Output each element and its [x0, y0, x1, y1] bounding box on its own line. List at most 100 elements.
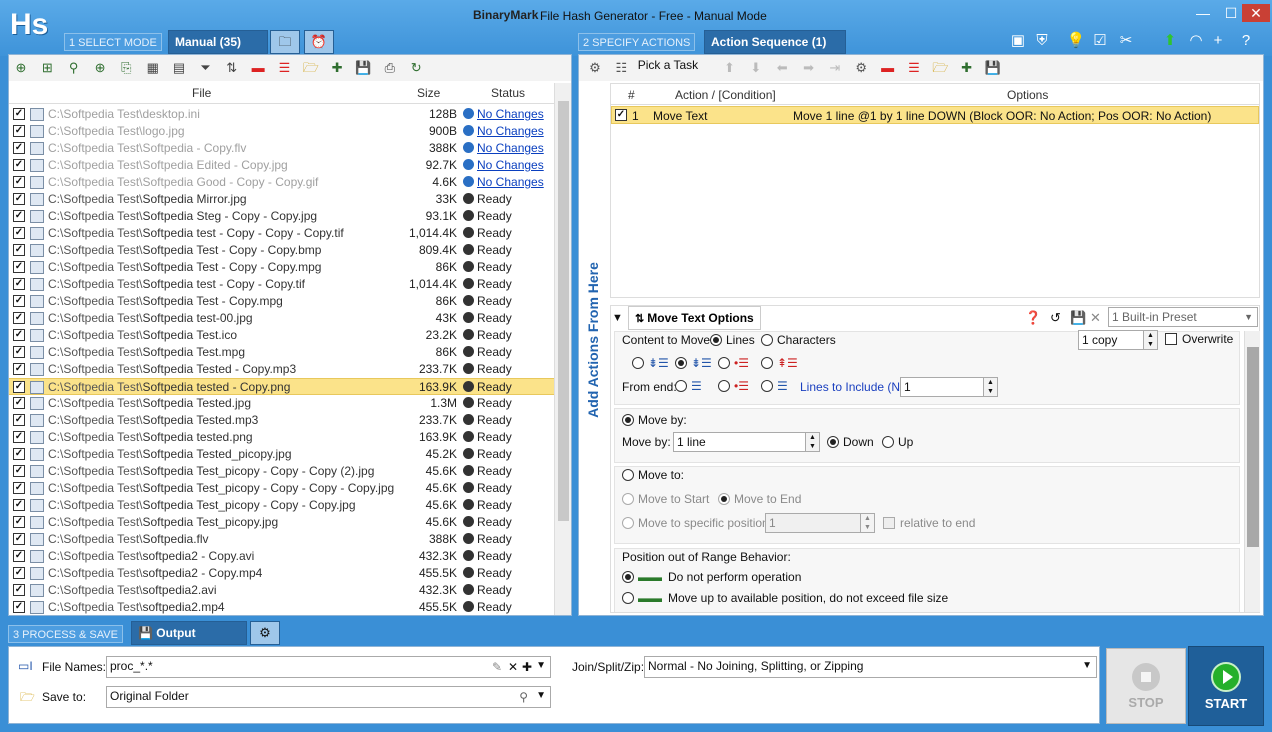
- folder-mode-icon[interactable]: 🗀: [270, 30, 300, 54]
- add-icon[interactable]: +: [1208, 31, 1228, 51]
- oor-option-1[interactable]: ▬▬ Do not perform operation: [622, 570, 801, 584]
- status-link[interactable]: No Changes: [477, 107, 544, 121]
- move-left-icon[interactable]: ⬅: [772, 58, 792, 78]
- delete-all-actions-icon[interactable]: ☰: [904, 58, 924, 78]
- file-checkbox[interactable]: ✓: [13, 244, 25, 256]
- file-row[interactable]: ✓ C:\Softpedia Test\Softpedia Edited - Co…: [9, 157, 554, 174]
- status-link[interactable]: No Changes: [477, 141, 544, 155]
- checklist-icon[interactable]: ☑: [1090, 31, 1110, 51]
- status-link[interactable]: No Changes: [477, 124, 544, 138]
- file-row[interactable]: ✓ C:\Softpedia Test\Softpedia.flv 388K Read…: [9, 531, 554, 548]
- copies-input[interactable]: 1 copy ▲ ▼: [1078, 330, 1158, 350]
- file-checkbox[interactable]: ✓: [13, 381, 25, 393]
- file-checkbox[interactable]: ✓: [13, 295, 25, 307]
- file-row[interactable]: ✓ C:\Softpedia Test\Softpedia Test_picopy…: [9, 463, 554, 480]
- save-sequence-icon[interactable]: 💾: [983, 58, 1003, 78]
- options-scroll-thumb[interactable]: [1247, 347, 1259, 547]
- move-to-end-dot[interactable]: [718, 493, 730, 505]
- status-column-header[interactable]: Status: [491, 86, 525, 100]
- file-checkbox[interactable]: ✓: [13, 142, 25, 154]
- tools-icon[interactable]: ✂: [1116, 31, 1136, 51]
- add-files-icon[interactable]: ⊕: [11, 58, 31, 78]
- file-row[interactable]: ✓ C:\Softpedia Test\Softpedia Test_picopy…: [9, 497, 554, 514]
- join-split-select[interactable]: Normal - No Joining, Splitting, or Zippi…: [644, 656, 1097, 678]
- radio-end-second[interactable]: [718, 380, 730, 392]
- position-top-second-radio[interactable]: ⇟☰: [675, 356, 712, 370]
- radio-top-first[interactable]: [632, 357, 644, 369]
- position-mid-radio[interactable]: •☰: [718, 356, 749, 370]
- file-row[interactable]: ✓ C:\Softpedia Test\Softpedia Good - Copy…: [9, 174, 554, 191]
- file-checkbox[interactable]: ✓: [13, 159, 25, 171]
- add-filter-icon[interactable]: ⊕: [90, 58, 110, 78]
- file-row[interactable]: ✓ C:\Softpedia Test\Softpedia test-00.jpg…: [9, 310, 554, 327]
- position-spinner[interactable]: ▲ ▼: [860, 514, 874, 532]
- file-row[interactable]: ✓ C:\Softpedia Test\Softpedia tested.png 1…: [9, 429, 554, 446]
- action-row-checkbox[interactable]: ✓: [615, 109, 627, 121]
- start-button[interactable]: START: [1188, 646, 1264, 726]
- console-icon[interactable]: ▣: [1008, 31, 1028, 51]
- move-to-end-radio[interactable]: Move to End: [718, 492, 801, 506]
- characters-radio-dot[interactable]: [761, 334, 773, 346]
- file-checkbox[interactable]: ✓: [13, 414, 25, 426]
- file-row[interactable]: ✓ C:\Softpedia Test\Softpedia test - Copy…: [9, 276, 554, 293]
- reset-icon[interactable]: ↺: [1050, 310, 1061, 326]
- add-folder-icon[interactable]: ⊞: [37, 58, 57, 78]
- load-list-icon[interactable]: ✚: [327, 58, 347, 78]
- from-end-third-radio[interactable]: ☰: [761, 379, 788, 393]
- file-row[interactable]: ✓ C:\Softpedia Test\Softpedia Test - Copy…: [9, 242, 554, 259]
- close-icon[interactable]: ✕: [1242, 4, 1270, 22]
- shield-icon[interactable]: ⛨: [1032, 31, 1052, 51]
- position-top-first-radio[interactable]: ⇟☰: [632, 356, 669, 370]
- lines-radio[interactable]: Lines: [710, 333, 755, 347]
- characters-radio[interactable]: Characters: [761, 333, 836, 347]
- copy-files-icon[interactable]: ⎘: [116, 58, 136, 78]
- file-row[interactable]: ✓ C:\Softpedia Test\softpedia2 - Copy.mp4…: [9, 565, 554, 582]
- search-files-icon[interactable]: ⚲: [64, 58, 84, 78]
- sort-icon[interactable]: ⇅: [222, 58, 242, 78]
- size-column-header[interactable]: Size: [417, 86, 440, 100]
- overwrite-box[interactable]: [1165, 333, 1177, 345]
- copies-spinner[interactable]: ▲ ▼: [1143, 331, 1157, 349]
- tab-action-sequence[interactable]: Action Sequence (1): [704, 30, 846, 54]
- oor-option-1-dot[interactable]: [622, 571, 634, 583]
- open-sequence-icon[interactable]: 🗁: [930, 58, 950, 78]
- file-checkbox[interactable]: ✓: [13, 567, 25, 579]
- move-by-input[interactable]: 1 line ▲ ▼: [673, 432, 820, 452]
- file-row[interactable]: ✓ C:\Softpedia Test\Softpedia tested - Co…: [9, 378, 554, 395]
- file-checkbox[interactable]: ✓: [13, 601, 25, 613]
- file-row[interactable]: ✓ C:\Softpedia Test\Softpedia Mirror.jpg 3…: [9, 191, 554, 208]
- options-scrollbar[interactable]: [1244, 331, 1260, 612]
- position-input[interactable]: 1 ▲ ▼: [765, 513, 875, 533]
- file-checkbox[interactable]: ✓: [13, 516, 25, 528]
- remove-all-icon[interactable]: ☰: [274, 58, 294, 78]
- skip-icon[interactable]: ⇥: [825, 58, 845, 78]
- file-checkbox[interactable]: ✓: [13, 176, 25, 188]
- file-checkbox[interactable]: ✓: [13, 108, 25, 120]
- save-to-input[interactable]: Original Folder ⚲ ▼: [106, 686, 551, 708]
- move-to-specific-radio[interactable]: Move to specific position:: [622, 516, 772, 530]
- file-checkbox[interactable]: ✓: [13, 312, 25, 324]
- file-checkbox[interactable]: ✓: [13, 550, 25, 562]
- file-names-dropdown-icon[interactable]: ▼: [536, 657, 546, 675]
- file-names-input[interactable]: proc_*.* ✎ ✕ ✚ ▼: [106, 656, 551, 678]
- file-row[interactable]: ✓ C:\Softpedia Test\Softpedia Tested - Co…: [9, 361, 554, 378]
- pick-task-icon[interactable]: ☷: [611, 58, 631, 78]
- from-end-first-radio[interactable]: ☰: [675, 379, 702, 393]
- save-list-icon[interactable]: 💾: [353, 58, 373, 78]
- oor-option-2-dot[interactable]: [622, 592, 634, 604]
- delete-preset-icon[interactable]: ✕: [1090, 310, 1101, 326]
- move-to-start-radio[interactable]: Move to Start: [622, 492, 709, 506]
- file-checkbox[interactable]: ✓: [13, 329, 25, 341]
- file-checkbox[interactable]: ✓: [13, 448, 25, 460]
- file-checkbox[interactable]: ✓: [13, 533, 25, 545]
- radio-mid[interactable]: [718, 357, 730, 369]
- action-row[interactable]: ✓ 1 Move Text Move 1 line @1 by 1 line D…: [611, 106, 1259, 124]
- file-row[interactable]: ✓ C:\Softpedia Test\Softpedia test - Copy…: [9, 225, 554, 242]
- up-radio-dot[interactable]: [882, 436, 894, 448]
- gear-tab-icon[interactable]: ⚙: [250, 621, 280, 645]
- wifi-icon[interactable]: ◠: [1186, 31, 1206, 51]
- file-row[interactable]: ✓ C:\Softpedia Test\Softpedia Test_picopy…: [9, 514, 554, 531]
- file-checkbox[interactable]: ✓: [13, 363, 25, 375]
- file-checkbox[interactable]: ✓: [13, 125, 25, 137]
- move-down-icon[interactable]: ⬇: [746, 58, 766, 78]
